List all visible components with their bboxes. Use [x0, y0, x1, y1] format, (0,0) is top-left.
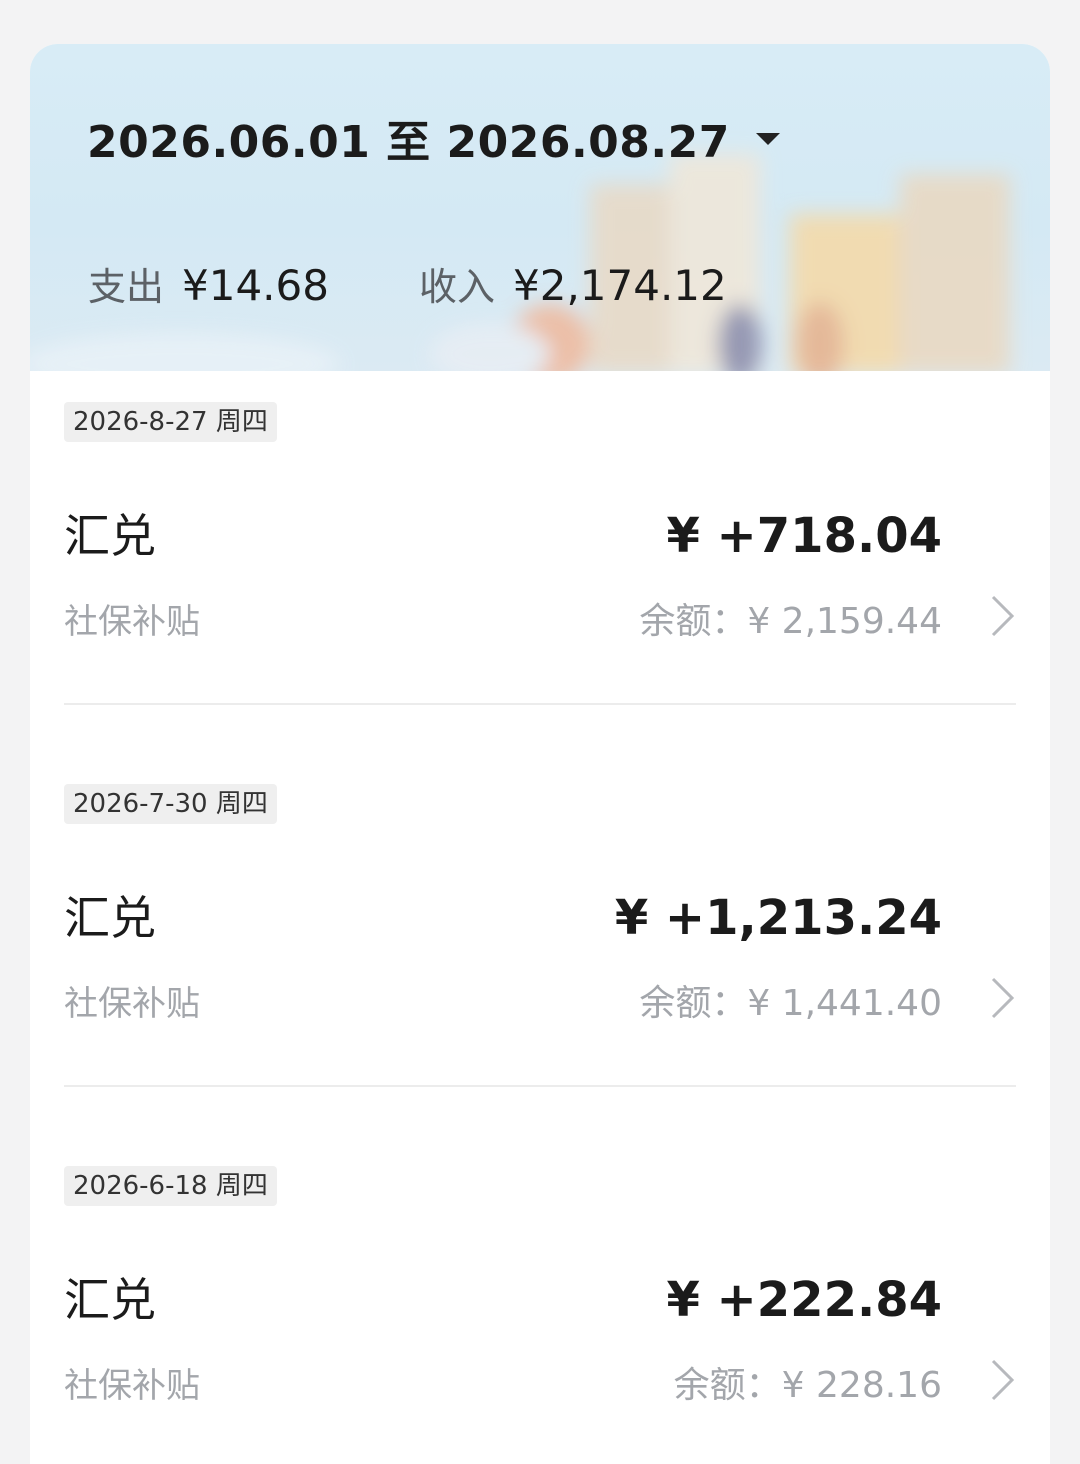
divider	[64, 703, 1016, 705]
income-value: ¥2,174.12	[513, 261, 727, 310]
divider	[64, 1085, 1016, 1087]
transaction-list: 2026-8-27 周四 汇兑 ¥ +718.04 社保补贴 余额：¥ 2,15…	[30, 371, 1050, 1464]
transaction-subtitle: 社保补贴	[64, 984, 200, 1024]
statement-card: 2026.06.01 至 2026.08.27 支出 ¥14.68 收入 ¥2,…	[30, 44, 1050, 1464]
date-badge: 2026-7-30 周四	[64, 784, 277, 824]
transaction-amount: ¥ +1,213.24	[614, 890, 942, 946]
transaction-item[interactable]: 2026-6-18 周四 汇兑 ¥ +222.84 社保补贴 余额：¥ 228.…	[30, 1135, 1050, 1464]
transaction-subtitle: 社保补贴	[64, 1366, 200, 1406]
balance-text: 余额：¥ 2,159.44	[639, 601, 942, 642]
header-background-illustration	[30, 154, 1010, 371]
transaction-amount: ¥ +718.04	[666, 508, 942, 564]
chevron-right-icon	[991, 595, 1015, 637]
transaction-title: 汇兑	[64, 509, 156, 563]
chevron-right-icon	[991, 977, 1015, 1019]
transaction-title: 汇兑	[64, 891, 156, 945]
expense-value: ¥14.68	[182, 261, 329, 310]
chevron-right-icon	[991, 1359, 1015, 1401]
transaction-item[interactable]: 2026-8-27 周四 汇兑 ¥ +718.04 社保补贴 余额：¥ 2,15…	[30, 371, 1050, 753]
transaction-subtitle: 社保补贴	[64, 602, 200, 642]
date-range-selector[interactable]: 2026.06.01 至 2026.08.27	[87, 106, 780, 170]
summary-header: 2026.06.01 至 2026.08.27 支出 ¥14.68 收入 ¥2,…	[30, 44, 1050, 371]
transaction-title: 汇兑	[64, 1273, 156, 1327]
transaction-amount: ¥ +222.84	[666, 1272, 942, 1328]
date-range-text: 2026.06.01 至 2026.08.27	[87, 117, 730, 168]
balance-text: 余额：¥ 228.16	[673, 1365, 942, 1406]
transaction-item[interactable]: 2026-7-30 周四 汇兑 ¥ +1,213.24 社保补贴 余额：¥ 1,…	[30, 753, 1050, 1135]
income-label: 收入	[418, 265, 495, 309]
date-badge: 2026-6-18 周四	[64, 1166, 277, 1206]
expense-label: 支出	[88, 265, 165, 309]
balance-text: 余额：¥ 1,441.40	[639, 983, 942, 1024]
totals-summary: 支出 ¥14.68 收入 ¥2,174.12	[88, 256, 727, 311]
caret-down-icon	[755, 133, 780, 145]
date-badge: 2026-8-27 周四	[64, 402, 277, 442]
